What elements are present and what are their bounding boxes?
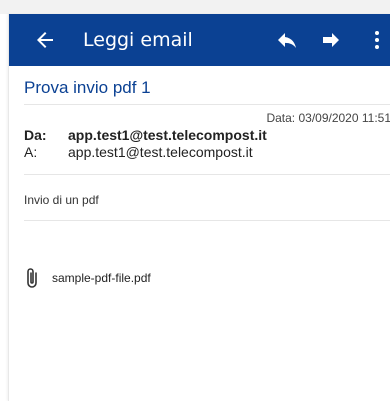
email-body: Invio di un pdf	[24, 193, 99, 207]
from-address: app.test1@test.telecompost.it	[68, 127, 267, 143]
divider	[24, 220, 390, 221]
status-strip	[0, 0, 390, 14]
forward-icon[interactable]	[319, 28, 343, 52]
screen: Leggi email Prova invio pdf 1 Data: 03/0…	[0, 0, 390, 401]
more-vert-icon[interactable]	[365, 28, 389, 52]
from-label: Da:	[24, 127, 47, 143]
email-date: Data: 03/09/2020 11:51	[266, 111, 390, 125]
to-row: A: app.test1@test.telecompost.it	[24, 144, 253, 160]
to-address: app.test1@test.telecompost.it	[68, 144, 253, 160]
arrow-left-icon[interactable]	[33, 28, 57, 52]
email-panel: Leggi email Prova invio pdf 1 Data: 03/0…	[8, 14, 390, 401]
email-subject: Prova invio pdf 1	[24, 78, 151, 97]
attachment-item[interactable]: sample-pdf-file.pdf	[24, 266, 151, 290]
divider	[24, 104, 390, 105]
attachment-name: sample-pdf-file.pdf	[52, 271, 151, 285]
paperclip-icon	[24, 267, 40, 289]
app-bar: Leggi email	[9, 14, 390, 66]
reply-icon[interactable]	[275, 28, 299, 52]
to-label: A:	[24, 144, 38, 160]
divider	[24, 174, 390, 175]
from-row: Da: app.test1@test.telecompost.it	[24, 127, 267, 143]
page-title: Leggi email	[83, 29, 193, 51]
